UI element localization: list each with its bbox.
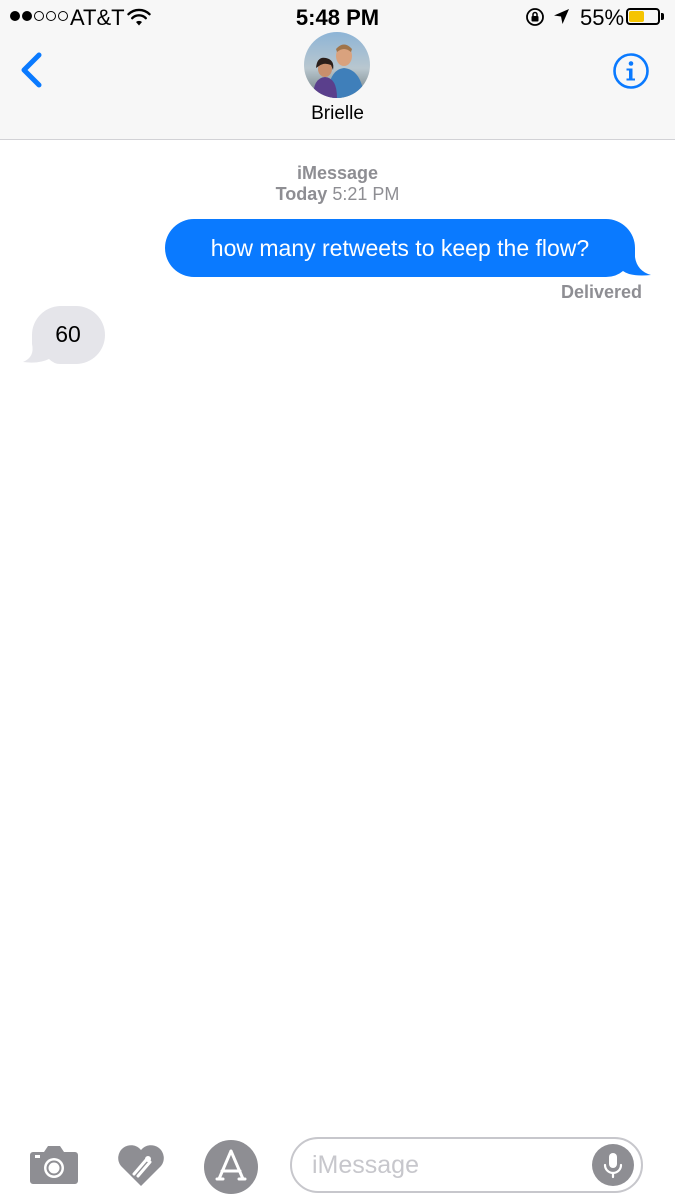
incoming-message-text: 60 bbox=[55, 321, 81, 347]
avatar-photo bbox=[304, 32, 370, 98]
service-label: iMessage bbox=[296, 163, 379, 183]
delivery-status: Delivered bbox=[560, 282, 642, 302]
outgoing-message-text: how many retweets to keep the flow? bbox=[210, 235, 590, 261]
message-input-field[interactable] bbox=[290, 1137, 643, 1193]
message-input[interactable] bbox=[312, 1147, 572, 1183]
digital-touch-icon[interactable] bbox=[116, 1140, 166, 1188]
battery-icon bbox=[626, 8, 660, 25]
battery-cap bbox=[661, 13, 664, 20]
location-arrow-icon bbox=[554, 9, 569, 24]
info-circle-icon[interactable] bbox=[612, 52, 650, 90]
timestamp-day: Today bbox=[275, 184, 328, 204]
incoming-message-bubble[interactable]: 60 bbox=[23, 306, 105, 364]
camera-icon[interactable] bbox=[29, 1143, 79, 1185]
rotation-lock-icon bbox=[526, 8, 544, 26]
microphone-button[interactable] bbox=[592, 1144, 634, 1186]
back-chevron-icon[interactable] bbox=[14, 50, 48, 90]
contact-avatar[interactable] bbox=[304, 32, 370, 98]
battery-percentage: 55% bbox=[580, 5, 625, 30]
outgoing-message-bubble[interactable]: how many retweets to keep the flow? bbox=[165, 219, 651, 277]
status-bar: AT&T 5:48 PM 55% bbox=[0, 0, 675, 36]
app-store-icon[interactable] bbox=[203, 1139, 259, 1195]
clock-time: 5:48 PM bbox=[295, 5, 380, 30]
timestamp-time: 5:21 PM bbox=[332, 184, 400, 204]
contact-name[interactable]: Brielle bbox=[0, 103, 675, 125]
battery-level-fill bbox=[629, 11, 644, 22]
message-timestamp: Today 5:21 PM bbox=[0, 184, 675, 205]
microphone-icon bbox=[603, 1153, 623, 1179]
